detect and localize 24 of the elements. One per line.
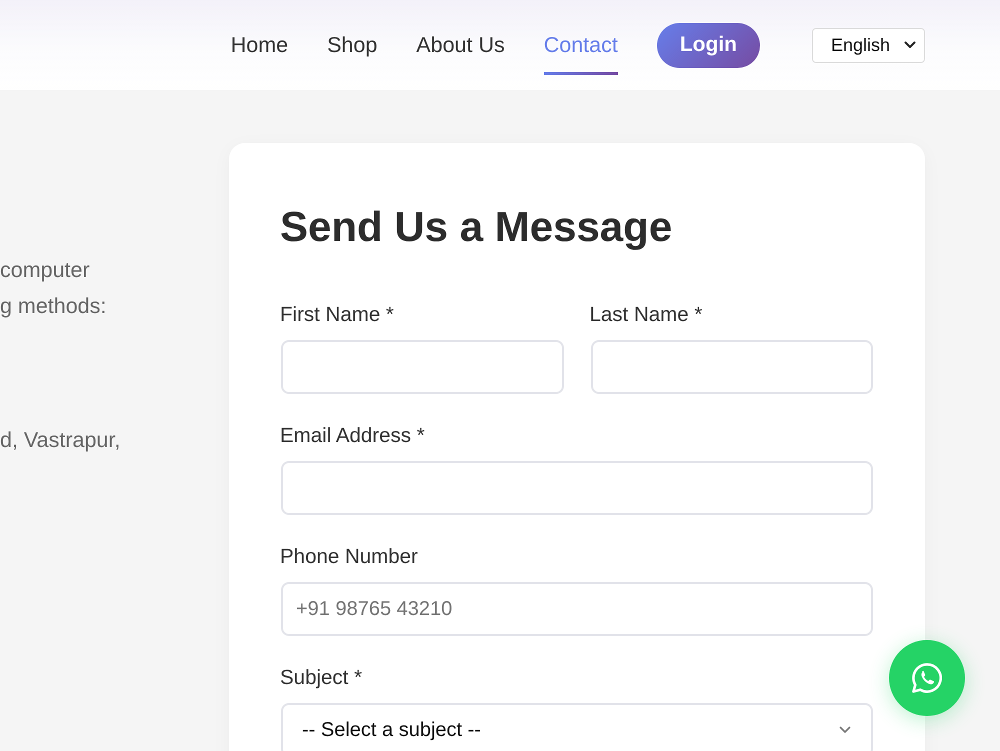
field-label: Phone Number: [280, 545, 419, 569]
login-button[interactable]: Login: [656, 22, 760, 68]
field-label: Last Name *: [590, 303, 704, 327]
subject-select-field[interactable]: -- Select a subject --: [281, 703, 873, 751]
text-input-field[interactable]: [281, 340, 564, 394]
nav-link[interactable]: Shop: [327, 18, 378, 75]
phone-bubble-icon: [912, 663, 942, 693]
nav-link[interactable]: About Us: [416, 18, 505, 75]
text-input-field[interactable]: [281, 461, 873, 515]
language-value: English: [831, 34, 890, 56]
form-title: Send Us a Message: [280, 203, 674, 251]
text-input-field[interactable]: +91 98765 43210: [281, 582, 873, 636]
address-text: d, Vastrapur,: [0, 427, 122, 454]
intro-paragraph: computer g methods:: [0, 257, 108, 320]
chevron-down-icon: [904, 41, 916, 49]
language-select[interactable]: English: [812, 28, 925, 62]
field-label: Subject *: [280, 666, 364, 690]
field-label: Email Address *: [280, 424, 426, 448]
field-label: First Name *: [280, 303, 395, 327]
chevron-down-icon: [839, 726, 851, 734]
text-input-field[interactable]: [590, 340, 873, 394]
nav-link[interactable]: Contact: [544, 18, 618, 75]
select-value: -- Select a subject --: [302, 718, 481, 742]
nav-link[interactable]: Home: [230, 18, 288, 75]
